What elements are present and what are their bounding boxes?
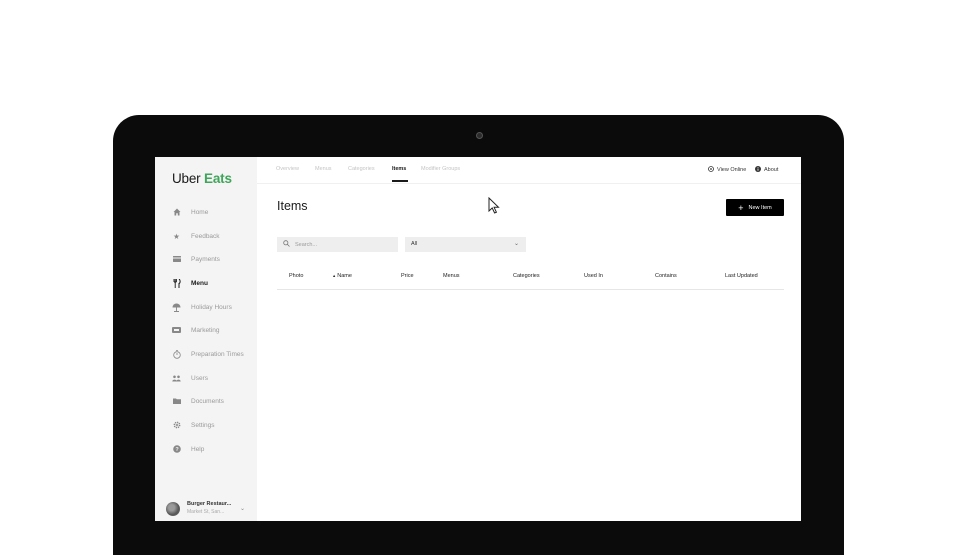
- search-placeholder: Search...: [295, 241, 318, 248]
- sidebar-item-preparation-times[interactable]: Preparation Times: [172, 347, 244, 361]
- search-input[interactable]: Search...: [277, 237, 398, 252]
- column-header-name[interactable]: ▴ Name: [333, 273, 352, 279]
- umbrella-icon: [172, 303, 181, 312]
- tab-menus[interactable]: Menus: [315, 166, 332, 172]
- sidebar-item-label: Preparation Times: [191, 350, 244, 358]
- gear-icon: [172, 421, 181, 430]
- sidebar-item-label: Settings: [191, 421, 215, 429]
- column-header-contains: Contains: [655, 273, 677, 279]
- tab-modifier-groups[interactable]: Modifier Groups: [421, 166, 460, 172]
- search-icon: [283, 240, 290, 249]
- tab-overview[interactable]: Overview: [276, 166, 299, 172]
- account-address: Market St, San...: [187, 509, 225, 515]
- tab-categories[interactable]: Categories: [348, 166, 375, 172]
- active-tab-indicator: [392, 180, 408, 182]
- sidebar-item-label: Holiday Hours: [191, 303, 232, 311]
- about-link[interactable]: About: [755, 166, 778, 174]
- page-title: Items: [277, 199, 308, 213]
- webcam: [476, 132, 483, 139]
- sidebar-item-settings[interactable]: Settings: [172, 418, 215, 432]
- table-header-divider: [277, 289, 784, 290]
- sidebar-item-menu[interactable]: Menu: [172, 276, 208, 290]
- sidebar-item-label: Help: [191, 445, 205, 453]
- select-value: All: [411, 241, 418, 247]
- sidebar-item-home[interactable]: Home: [172, 205, 208, 219]
- sidebar-item-documents[interactable]: Documents: [172, 394, 224, 408]
- new-item-button[interactable]: + New Item: [726, 199, 784, 216]
- chevron-down-icon: ⌄: [513, 241, 519, 247]
- account-name: Burger Restaur...: [187, 501, 232, 507]
- sidebar-item-help[interactable]: ? Help: [172, 442, 204, 456]
- plus-icon: +: [738, 202, 744, 213]
- chevron-down-icon: ⌄: [240, 506, 246, 512]
- sidebar-item-payments[interactable]: Payments: [172, 252, 220, 266]
- sidebar-item-label: Documents: [191, 397, 224, 405]
- sidebar-item-label: Marketing: [191, 326, 220, 334]
- info-icon: [755, 166, 761, 174]
- globe-icon: [708, 166, 714, 174]
- timer-icon: [172, 349, 181, 359]
- sidebar-item-label: Home: [191, 208, 209, 216]
- uber-eats-logo[interactable]: Uber Eats: [172, 171, 232, 186]
- app-screen: Uber Eats Home ★ Feedback Payments Menu: [155, 157, 801, 521]
- sidebar-item-holiday-hours[interactable]: Holiday Hours: [172, 300, 232, 314]
- sidebar-item-label: Payments: [191, 255, 220, 263]
- column-header-photo: Photo: [289, 273, 304, 279]
- ad-icon: [172, 326, 181, 335]
- card-icon: [172, 255, 181, 264]
- sidebar-item-label: Users: [191, 374, 208, 382]
- menu-filter-select[interactable]: All ⌄: [405, 237, 526, 252]
- folder-icon: [172, 397, 181, 406]
- column-header-last-updated[interactable]: Last Updated: [725, 273, 758, 279]
- column-header-menus: Menus: [443, 273, 460, 279]
- sort-arrow-icon: ▴: [333, 273, 336, 278]
- mouse-cursor-icon: [488, 197, 500, 214]
- view-online-link[interactable]: View Online: [708, 166, 746, 174]
- sidebar-item-marketing[interactable]: Marketing: [172, 323, 220, 337]
- utensils-icon: [172, 278, 181, 288]
- tab-items[interactable]: Items: [392, 166, 406, 172]
- column-header-price[interactable]: Price: [401, 273, 414, 279]
- star-icon: ★: [173, 231, 180, 241]
- sidebar-item-users[interactable]: Users: [172, 371, 208, 385]
- home-icon: [172, 208, 181, 217]
- users-icon: [172, 374, 181, 383]
- header-divider: [257, 183, 801, 184]
- sidebar-item-feedback[interactable]: ★ Feedback: [172, 229, 220, 243]
- column-header-categories: Categories: [513, 273, 540, 279]
- sidebar: Uber Eats Home ★ Feedback Payments Menu: [155, 157, 257, 521]
- column-header-used-in: Used In: [584, 273, 603, 279]
- sidebar-item-label: Feedback: [191, 232, 220, 240]
- account-switcher[interactable]: Burger Restaur... Market St, San... ⌄: [166, 499, 248, 519]
- sidebar-item-label: Menu: [191, 279, 208, 287]
- avatar: [166, 502, 180, 516]
- help-icon: ?: [172, 445, 181, 454]
